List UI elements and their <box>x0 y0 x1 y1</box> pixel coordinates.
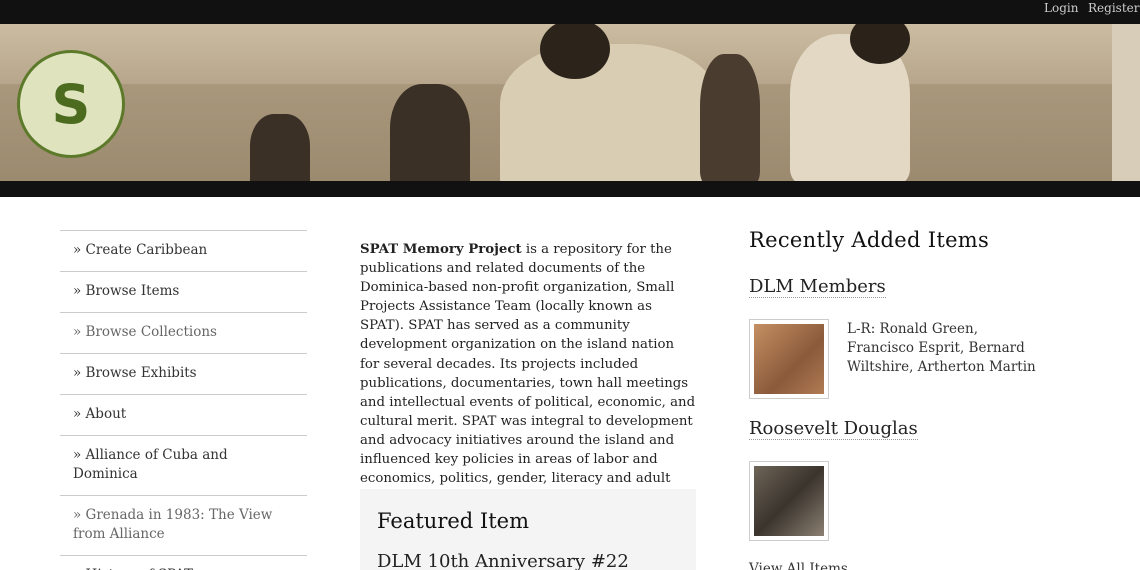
recent-items-panel: Recently Added Items <box>749 228 1039 252</box>
intro-body: is a repository for the publications and… <box>360 242 696 524</box>
featured-item-title[interactable]: DLM 10th Anniversary #22 <box>377 551 679 570</box>
sidebar-item-about[interactable]: » About <box>60 395 307 436</box>
featured-heading: Featured Item <box>377 509 529 533</box>
recent-item-thumbnail[interactable] <box>749 319 829 399</box>
intro-text: SPAT Memory Project is a repository for … <box>360 240 696 526</box>
login-link[interactable]: Login <box>1044 1 1078 15</box>
recent-item-title[interactable]: DLM Members <box>749 276 886 298</box>
sidebar-item-alliance-cuba-dominica[interactable]: » Alliance of Cuba and Dominica <box>60 436 307 496</box>
header-banner-image <box>0 24 1140 182</box>
view-all-items-link[interactable]: View All Items <box>749 560 848 570</box>
sidebar-item-history-of-spat[interactable]: » History of SPAT <box>60 556 307 570</box>
recent-item-title[interactable]: Roosevelt Douglas <box>749 418 918 440</box>
recent-item-caption: L-R: Ronald Green, Francisco Esprit, Ber… <box>847 321 1036 375</box>
sidebar-item-create-caribbean[interactable]: » Create Caribbean <box>60 231 307 272</box>
register-link[interactable]: Register <box>1088 1 1139 15</box>
sidebar-item-browse-collections[interactable]: » Browse Collections <box>60 313 307 354</box>
site-logo[interactable]: S <box>17 50 125 158</box>
intro-title: SPAT Memory Project <box>360 242 522 257</box>
sidebar-item-browse-exhibits[interactable]: » Browse Exhibits <box>60 354 307 395</box>
top-bar: Login Register <box>0 0 1140 24</box>
logo-mark: S <box>51 72 91 136</box>
recent-heading: Recently Added Items <box>749 228 990 252</box>
banner-bottom-band <box>0 181 1140 197</box>
recent-item-thumbnail[interactable] <box>749 461 829 541</box>
sidebar-item-browse-items[interactable]: » Browse Items <box>60 272 307 313</box>
sidebar-item-grenada-1983[interactable]: » Grenada in 1983: The View from Allianc… <box>60 496 307 556</box>
featured-item-panel: Featured Item DLM 10th Anniversary #22 <box>360 489 696 570</box>
sidebar-nav: » Create Caribbean » Browse Items » Brow… <box>60 230 307 570</box>
